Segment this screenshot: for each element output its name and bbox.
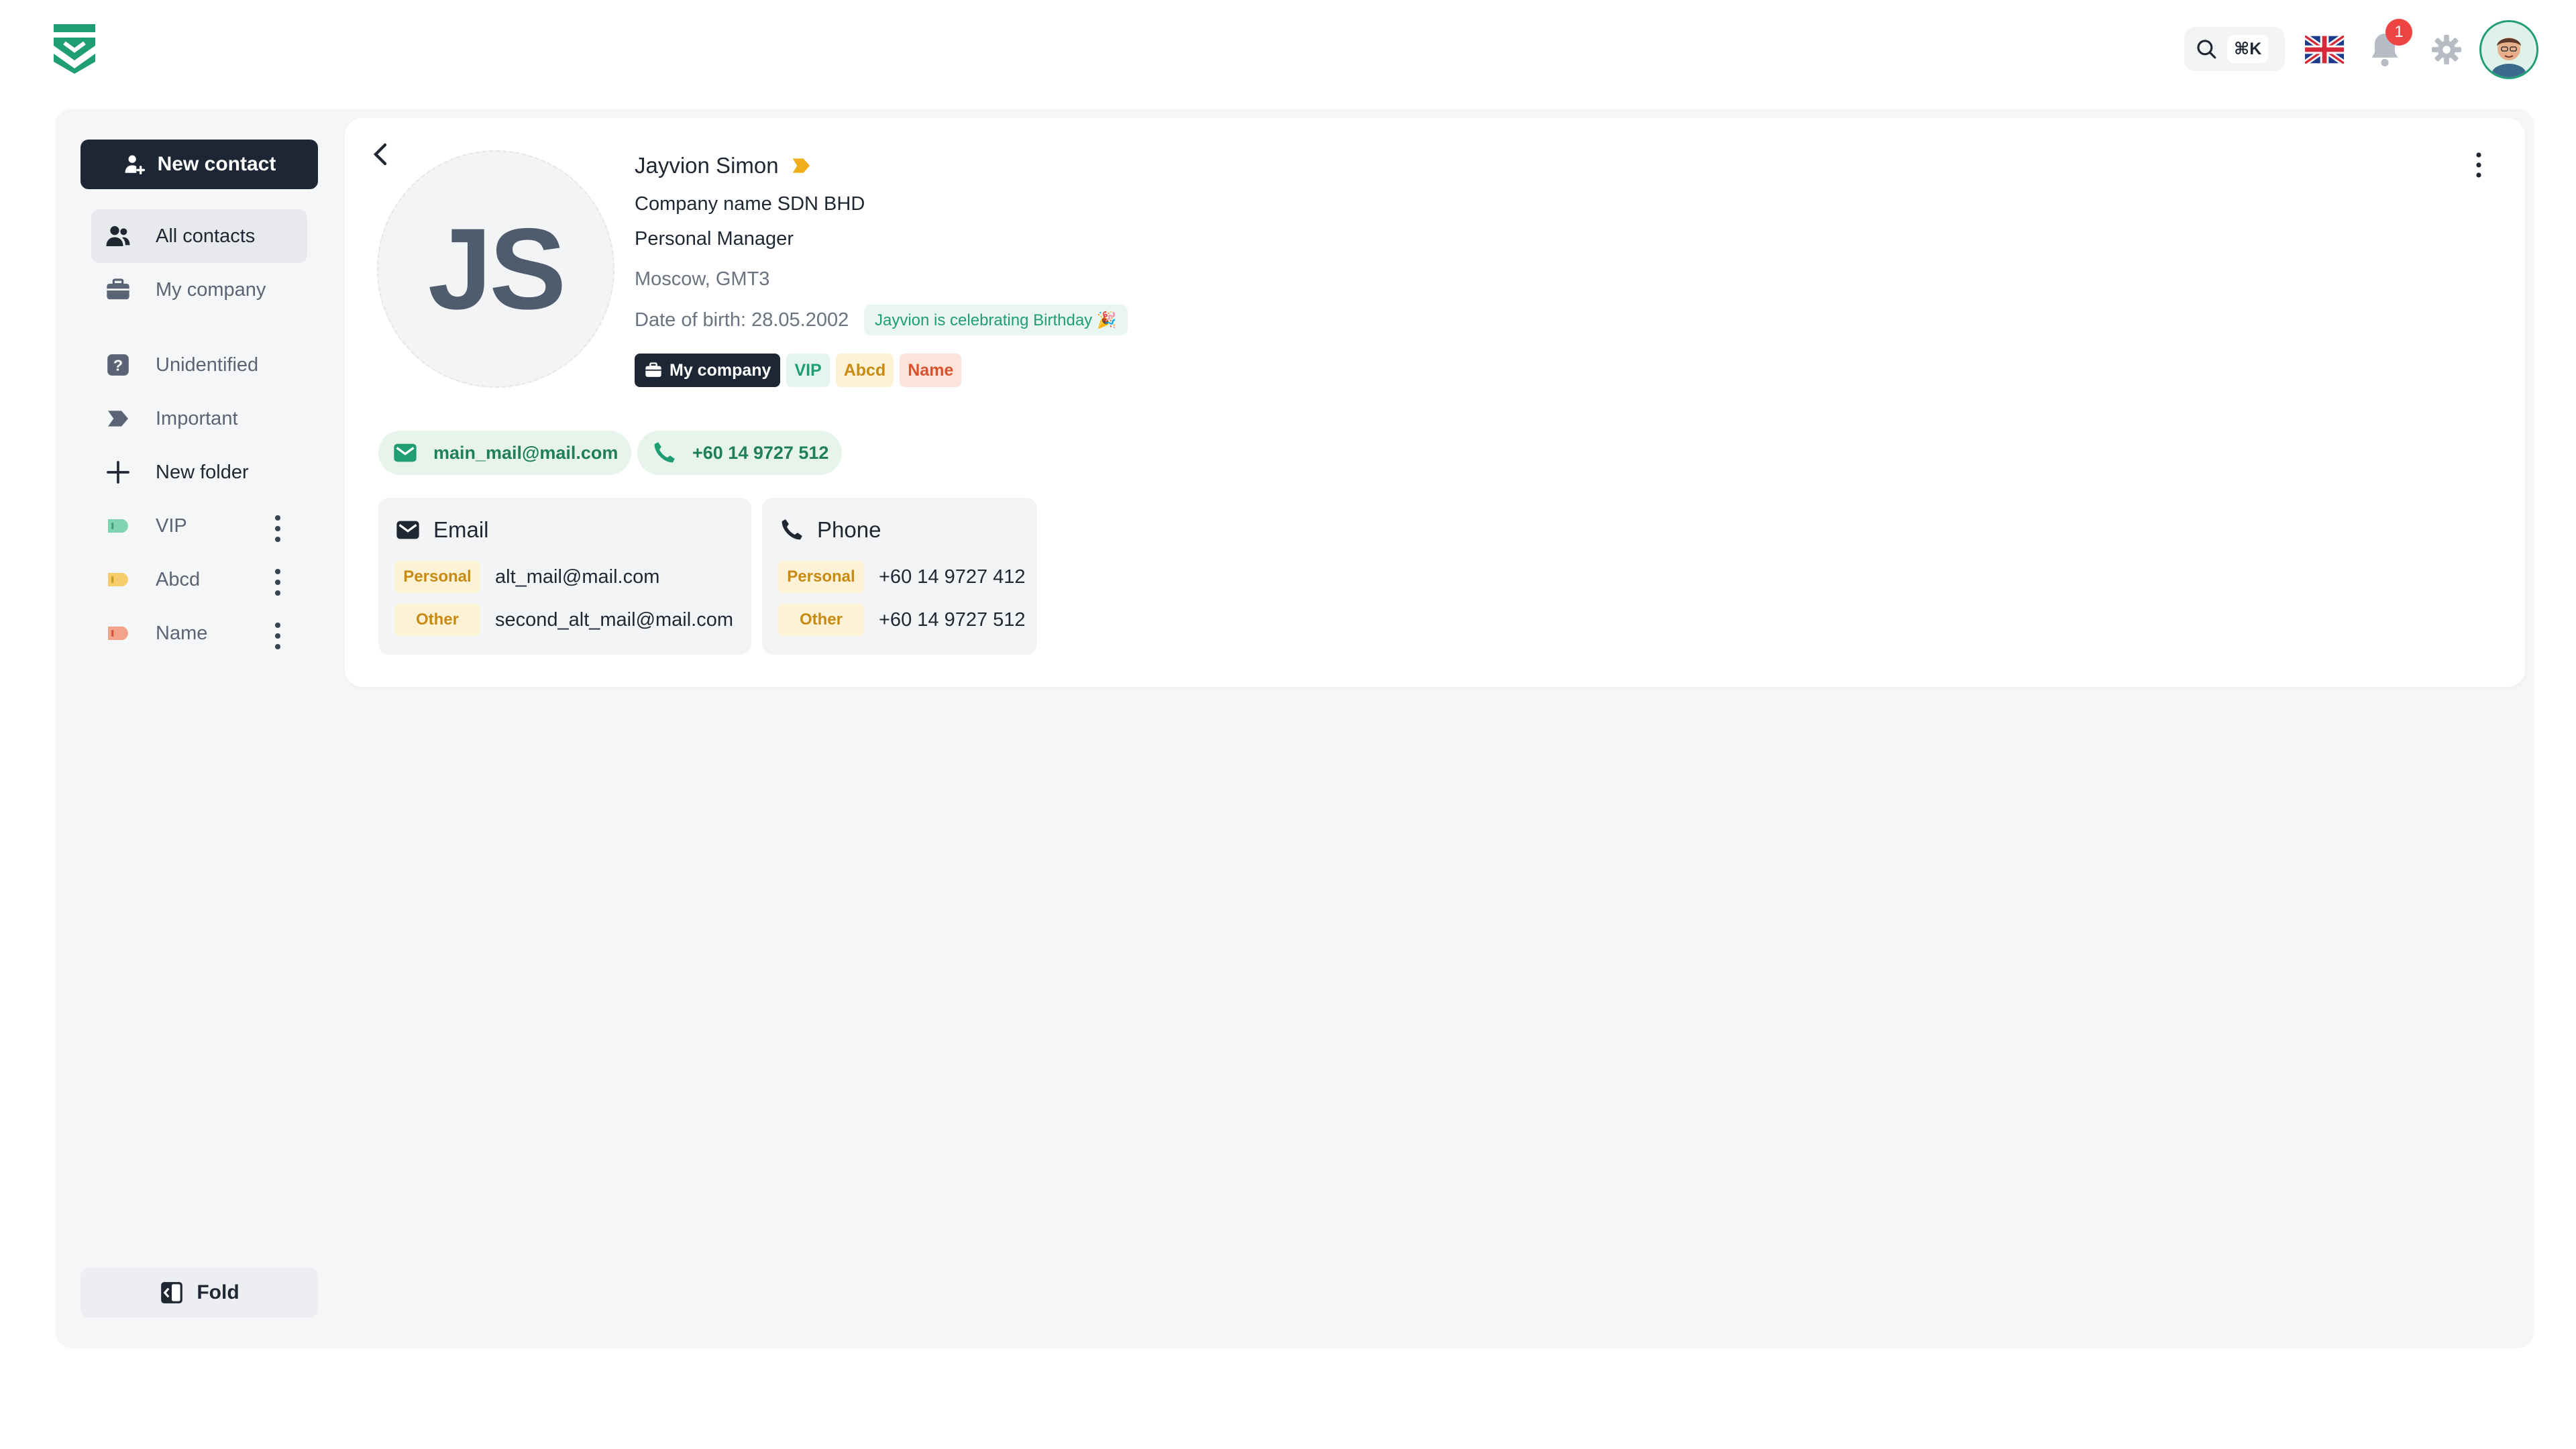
abcd-more-icon[interactable] — [270, 568, 286, 597]
sidebar-item-my-company[interactable]: My company — [91, 263, 307, 317]
sidebar-item-important[interactable]: Important — [91, 392, 307, 445]
contact-avatar[interactable]: JS — [377, 150, 614, 388]
email-row: Personal alt_mail@mail.com — [394, 561, 659, 593]
name-more-icon[interactable] — [270, 621, 286, 651]
email-type-label: Other — [394, 604, 480, 636]
birthday-badge: Jayvion is celebrating Birthday 🎉 — [864, 305, 1128, 335]
plus-icon — [105, 459, 131, 486]
add-user-icon — [125, 155, 145, 174]
sidebar-item-label: Name — [156, 622, 208, 644]
tag-icon — [105, 566, 131, 593]
sidebar-item-label: New folder — [156, 461, 249, 483]
phone-row: Other +60 14 9727 512 — [778, 604, 1026, 636]
fold-button[interactable]: Fold — [80, 1268, 318, 1318]
app-logo-icon[interactable] — [52, 23, 97, 74]
sidebar-item-label: My company — [156, 278, 266, 301]
question-icon: ? — [105, 352, 131, 378]
tag-vip[interactable]: VIP — [786, 354, 830, 387]
phone-type-label: Other — [778, 604, 864, 636]
email-section: Email Personal alt_mail@mail.com Other s… — [378, 498, 751, 655]
phone-value[interactable]: +60 14 9727 412 — [879, 566, 1026, 588]
new-contact-label: New contact — [157, 153, 276, 175]
sidebar-item-label: Important — [156, 407, 238, 429]
top-bar: ⌘K 1 — [0, 0, 2576, 101]
main-email-pill[interactable]: main_mail@mail.com — [378, 431, 632, 475]
sidebar-item-label: Unidentified — [156, 354, 259, 376]
tag-my-company[interactable]: My company — [635, 354, 781, 387]
mail-icon — [394, 443, 417, 462]
tag-icon — [105, 620, 131, 647]
phone-value[interactable]: +60 14 9727 512 — [879, 609, 1026, 631]
users-icon — [105, 223, 131, 250]
search-shortcut: ⌘K — [2227, 35, 2269, 63]
phone-icon — [654, 442, 675, 463]
sidebar-item-label: Abcd — [156, 568, 201, 590]
contact-location: Moscow, GMT3 — [635, 268, 770, 290]
mail-icon — [396, 521, 419, 539]
main-phone: +60 14 9727 512 — [692, 442, 829, 463]
sidebar-item-all-contacts[interactable]: All contacts — [91, 209, 307, 263]
contact-tags: My company VIP Abcd Name — [635, 354, 962, 387]
svg-text:?: ? — [113, 356, 123, 374]
back-chevron-icon[interactable] — [370, 141, 389, 168]
contact-birth-date: Date of birth: 28.05.2002 — [635, 309, 849, 331]
email-type-label: Personal — [394, 561, 480, 593]
contact-company: Company name SDN BHD — [635, 193, 865, 215]
tag-label: My company — [669, 360, 771, 380]
important-tag-icon[interactable] — [791, 156, 812, 176]
phone-icon — [782, 519, 802, 540]
briefcase-icon — [645, 362, 661, 377]
email-section-title: Email — [394, 517, 489, 543]
sidebar-item-label: All contacts — [156, 225, 256, 247]
fold-label: Fold — [197, 1281, 239, 1303]
sidebar-collapse-icon — [161, 1282, 183, 1303]
email-value[interactable]: second_alt_mail@mail.com — [495, 609, 733, 631]
phone-section-label: Phone — [817, 517, 881, 542]
sidebar-item-new-folder[interactable]: New folder — [91, 445, 307, 499]
main-phone-pill[interactable]: +60 14 9727 512 — [637, 431, 843, 475]
briefcase-icon — [105, 276, 131, 303]
gear-icon[interactable] — [2431, 34, 2462, 65]
vip-more-icon[interactable] — [270, 514, 286, 543]
sidebar-item-label: VIP — [156, 515, 187, 537]
search-button[interactable]: ⌘K — [2184, 27, 2285, 71]
contact-name: Jayvion Simon — [635, 153, 779, 178]
tag-icon — [105, 513, 131, 539]
email-section-label: Email — [433, 517, 489, 542]
phone-row: Personal +60 14 9727 412 — [778, 561, 1026, 593]
email-row: Other second_alt_mail@mail.com — [394, 604, 733, 636]
contact-position: Personal Manager — [635, 228, 794, 250]
more-options-icon[interactable] — [2471, 152, 2486, 178]
email-value[interactable]: alt_mail@mail.com — [495, 566, 659, 588]
birthday-note: Jayvion is celebrating Birthday 🎉 — [875, 311, 1117, 329]
new-contact-button[interactable]: New contact — [80, 140, 318, 189]
search-icon — [2197, 40, 2216, 59]
user-avatar-image — [2481, 22, 2536, 77]
uk-flag-icon[interactable] — [2305, 36, 2344, 64]
user-avatar[interactable] — [2479, 20, 2538, 79]
main-email: main_mail@mail.com — [433, 442, 619, 463]
tag-name[interactable]: Name — [900, 354, 962, 387]
sidebar-item-unidentified[interactable]: ? Unidentified — [91, 338, 307, 392]
contact-name-row: Jayvion Simon — [635, 153, 812, 178]
important-tag-icon — [105, 405, 131, 432]
phone-section-title: Phone — [778, 517, 881, 543]
phone-type-label: Personal — [778, 561, 864, 593]
phone-section: Phone Personal +60 14 9727 412 Other +60… — [762, 498, 1037, 655]
notification-badge: 1 — [2385, 19, 2412, 46]
tag-abcd[interactable]: Abcd — [835, 354, 894, 387]
